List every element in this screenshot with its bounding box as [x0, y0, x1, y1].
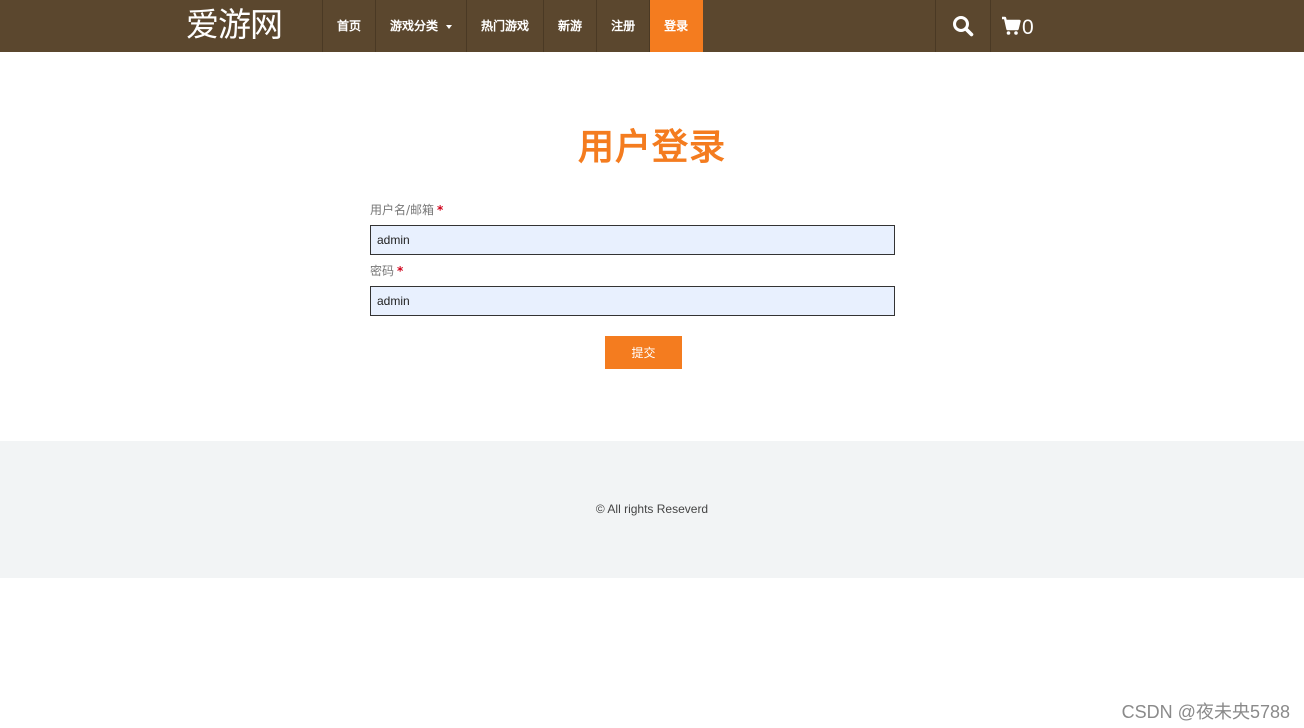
nav-item-game-categories[interactable]: 游戏分类	[376, 0, 468, 52]
nav-item-label: 登录	[664, 19, 689, 33]
nav-item-new-games[interactable]: 新游	[544, 0, 598, 52]
nav-item-home[interactable]: 首页	[323, 0, 377, 52]
required-mark: *	[397, 264, 404, 278]
nav-item-label: 新游	[558, 19, 583, 33]
main-nav: 首页 游戏分类 热门游戏 新游 注册 登录	[322, 0, 704, 52]
required-mark: *	[437, 203, 444, 217]
cart-icon	[1002, 16, 1021, 35]
username-input[interactable]	[370, 225, 895, 255]
cart-button[interactable]: 0	[991, 0, 1034, 52]
caret-down-icon	[446, 25, 453, 29]
cart-count: 0	[1022, 16, 1034, 39]
nav-item-label: 首页	[337, 19, 362, 33]
username-label: 用户名/邮箱 *	[370, 202, 895, 218]
footer: © All rights Reseverd	[0, 441, 1304, 578]
nav-item-login[interactable]: 登录	[650, 0, 704, 52]
password-label-text: 密码	[370, 264, 395, 278]
username-label-text: 用户名/邮箱	[370, 203, 435, 217]
watermark: CSDN @夜未央5788	[1121, 702, 1290, 722]
submit-button[interactable]: 提交	[605, 336, 682, 369]
page-title: 用户登录	[577, 127, 726, 168]
search-button[interactable]	[936, 0, 991, 52]
nav-item-register[interactable]: 注册	[597, 0, 651, 52]
nav-item-label: 游戏分类	[390, 19, 439, 33]
nav-item-label: 热门游戏	[481, 19, 530, 33]
top-navbar: 爱游网 首页 游戏分类 热门游戏 新游 注册 登录 0	[0, 0, 1304, 52]
nav-item-hot-games[interactable]: 热门游戏	[467, 0, 545, 52]
site-logo[interactable]: 爱游网	[186, 4, 283, 48]
password-input[interactable]	[370, 286, 895, 316]
login-form: 用户名/邮箱* 密码*	[370, 202, 895, 316]
copyright-text: © All rights Reseverd	[595, 502, 709, 516]
password-label: 密码 *	[370, 263, 895, 279]
nav-tools: 0	[935, 0, 1034, 52]
search-icon	[953, 16, 974, 37]
nav-item-label: 注册	[611, 19, 636, 33]
